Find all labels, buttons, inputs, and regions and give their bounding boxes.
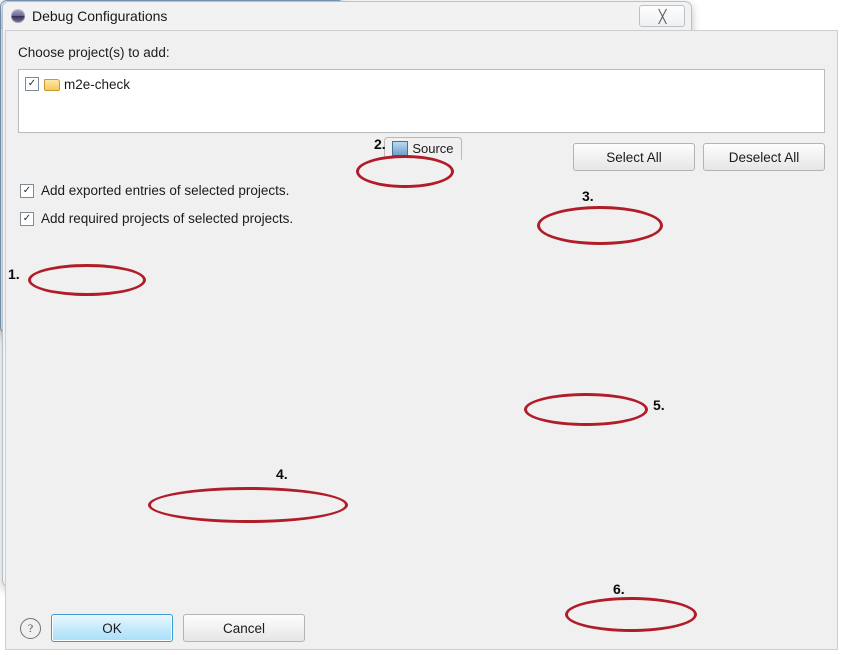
help-icon[interactable]: ? (20, 617, 41, 639)
add-exported-entries-label: Add exported entries of selected project… (41, 183, 290, 198)
close-button[interactable]: ╳ (639, 5, 685, 27)
annotation-number-6: 6. (613, 581, 625, 597)
tab-label: Source (412, 141, 454, 156)
add-required-projects-label: Add required projects of selected projec… (41, 211, 294, 226)
project-selection-body: Choose project(s) to add: ✓ m2e-check Se… (5, 30, 838, 650)
project-selection-footer: ? OK Cancel (6, 611, 837, 645)
project-row-m2e-check[interactable]: ✓ m2e-check (19, 70, 824, 94)
add-required-projects-option[interactable]: ✓ Add required projects of selected proj… (20, 211, 293, 226)
project-checkbox[interactable]: ✓ (25, 77, 39, 91)
add-required-projects-checkbox[interactable]: ✓ (20, 211, 34, 226)
select-all-button[interactable]: Select All (573, 143, 695, 171)
main-window-titlebar: Debug Configurations ╳ (3, 2, 691, 30)
annotation-number-3: 3. (582, 188, 594, 204)
project-label: m2e-check (64, 76, 131, 92)
annotation-number-5: 5. (653, 397, 665, 413)
add-exported-entries-checkbox[interactable]: ✓ (20, 183, 34, 198)
ok-button[interactable]: OK (51, 614, 173, 642)
choose-projects-label: Choose project(s) to add: (18, 45, 170, 60)
close-icon: ╳ (658, 8, 667, 24)
annotation-number-1: 1. (8, 266, 20, 282)
project-selection-dialog: Project Selection — □ ✕ Choose project(s… (0, 0, 838, 650)
main-window-title: Debug Configurations (32, 8, 168, 24)
add-exported-entries-option[interactable]: ✓ Add exported entries of selected proje… (20, 183, 289, 198)
project-folder-icon (44, 78, 60, 91)
eclipse-icon (11, 9, 25, 23)
deselect-all-button[interactable]: Deselect All (703, 143, 825, 171)
tab-source[interactable]: Source (384, 137, 462, 160)
annotation-number-4: 4. (276, 466, 288, 482)
cancel-button[interactable]: Cancel (183, 614, 305, 642)
source-tab-icon (392, 141, 409, 156)
annotation-number-2: 2. (374, 136, 386, 152)
projects-list[interactable]: ✓ m2e-check (18, 69, 825, 133)
